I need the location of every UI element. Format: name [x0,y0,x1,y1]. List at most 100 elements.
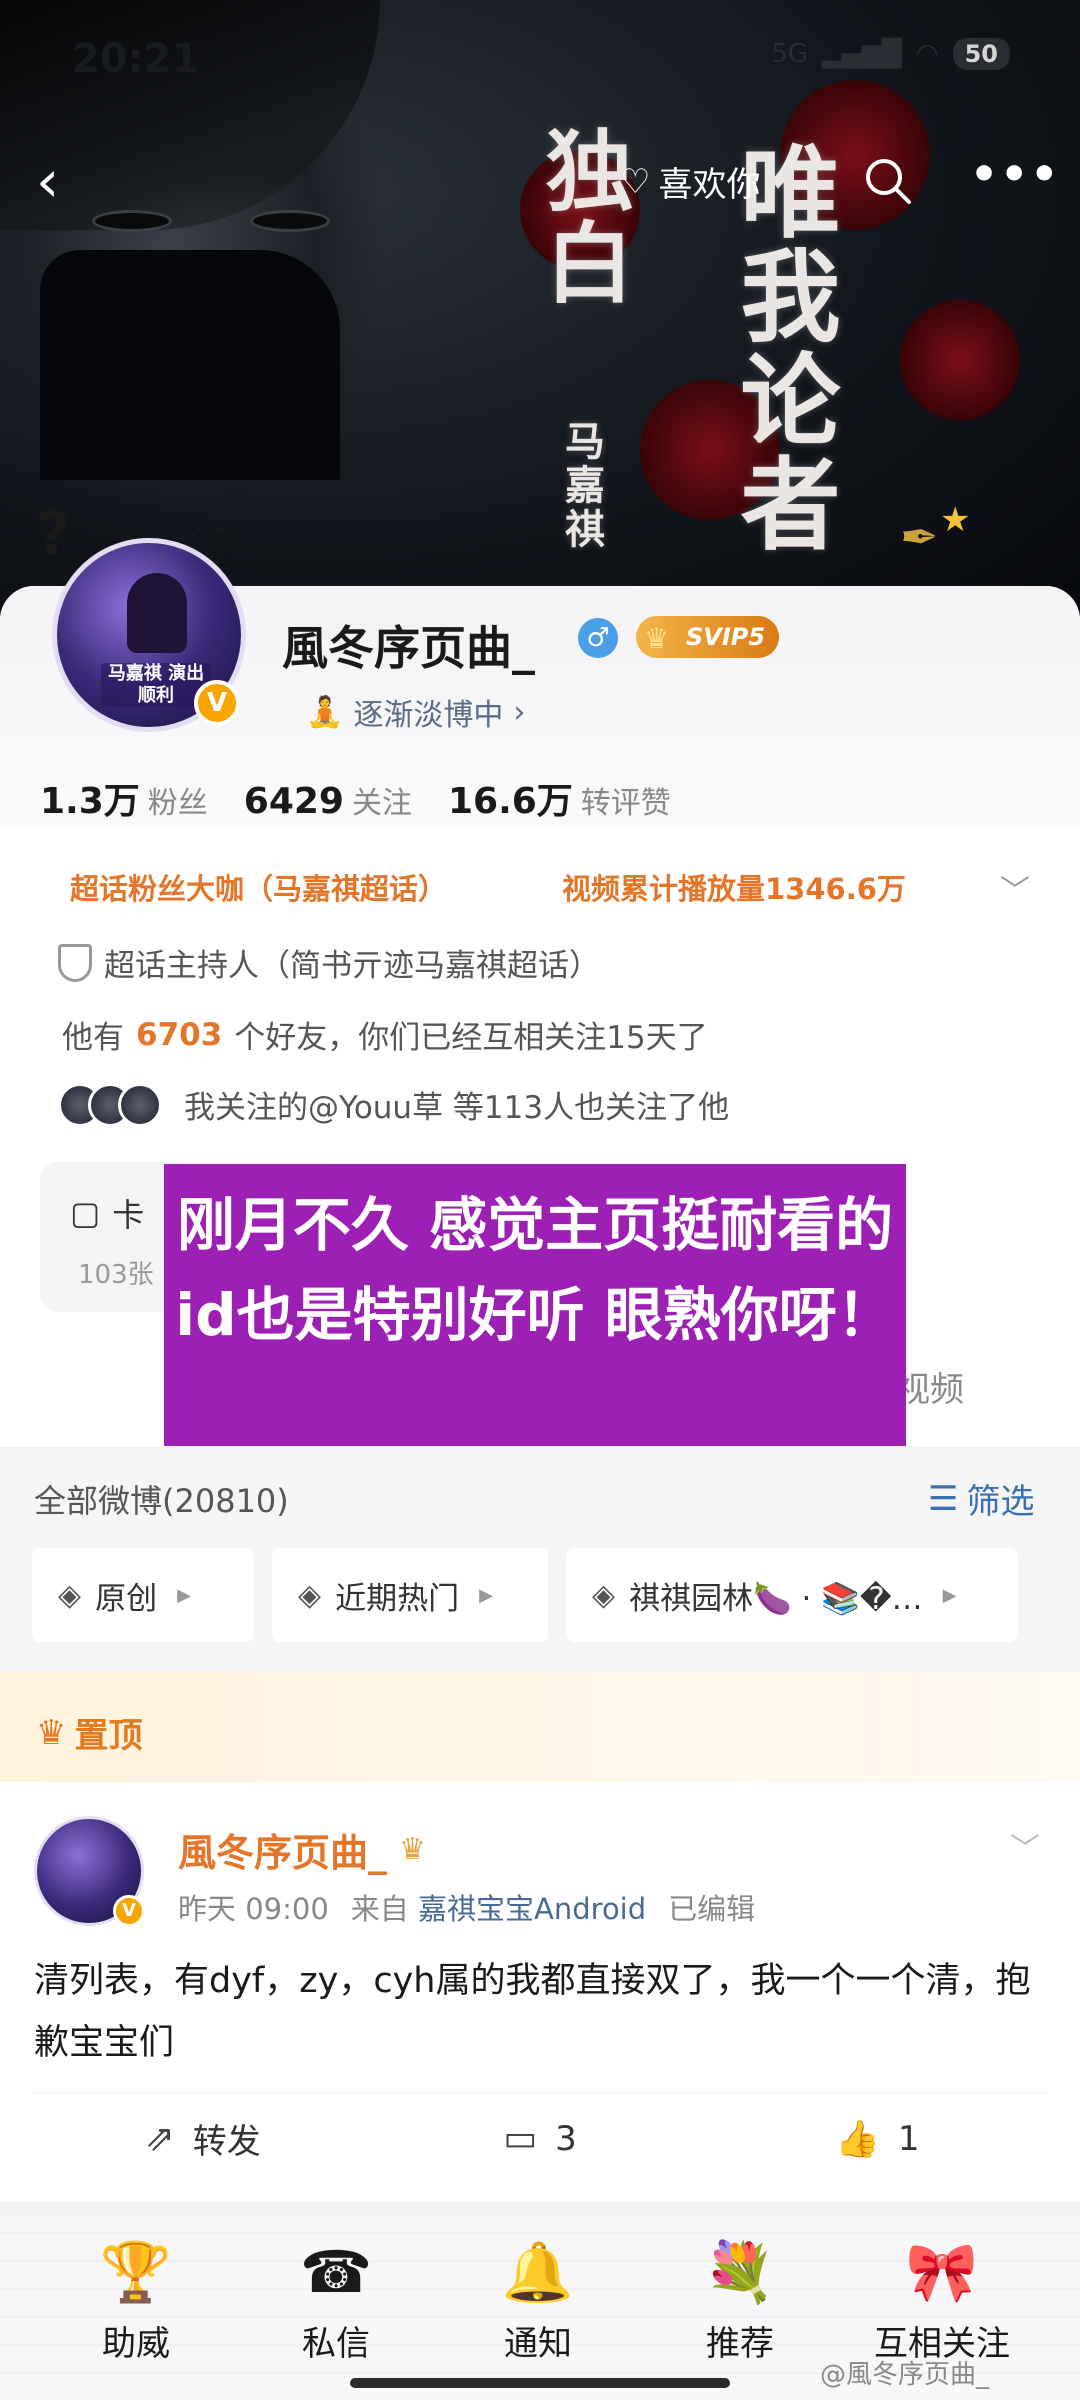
svip-badge[interactable]: ♛ SVIP5 [636,616,780,658]
quill-sticker-icon: ✒ [900,510,939,564]
post-time: 昨天 09:00 [178,1892,329,1926]
video-tab-label[interactable]: 视频 [896,1362,964,1411]
chevron-right-icon: › [513,694,526,730]
post-meta: 昨天 09:00 来自 嘉祺宝宝Android 已编辑 [178,1886,755,1928]
stat-value: 1.3万 [40,781,140,822]
pinned-label: 置顶 [74,1716,143,1756]
back-chevron-icon[interactable]: ‹ [36,151,59,211]
layers-icon: ◈ [592,1577,616,1613]
tab-label: 通知 [504,2324,572,2364]
source-prefix: 来自 [350,1892,409,1926]
chip-label: 原创 [95,1580,158,1617]
stat-following[interactable]: 6429 关注 [244,778,412,822]
tab-notify[interactable]: 🔔 通知 [448,2216,628,2400]
crown-icon: ♛ [399,1832,426,1867]
network-label: 5G [771,39,808,69]
edited-label: 已编辑 [668,1892,756,1926]
bouquet-icon: 💐 [703,2238,777,2306]
profile-username: 風冬序页曲_ [282,621,535,675]
avatar[interactable]: V [34,1816,145,1927]
status-bar: 20:21 5G ▂▄▆█ ◠ 50 [0,30,1080,90]
star-sticker-icon: ★ [940,500,971,540]
post-source[interactable]: 嘉祺宝宝Android [418,1892,646,1926]
caret-right-icon: ▶ [942,1584,957,1606]
post-actions: ⇗ 转发 ▭ 3 👍 1 [34,2092,1046,2184]
like-you-button[interactable]: ♡ 喜欢你 [620,157,760,206]
search-icon[interactable] [862,155,914,207]
friends-line: 他有 6703 个好友，你们已经互相关注15天了 [62,1012,708,1057]
stat-label: 转评赞 [580,786,671,821]
status-time: 20:21 [72,36,200,82]
thumbs-up-icon: 👍 [835,2118,880,2160]
tab-label: 助威 [102,2324,170,2364]
svip-label: SVIP5 [686,623,766,651]
feed-category-chips: ◈ 原创 ▶ ◈ 近期热门 ▶ ◈ 祺祺园林🍆 · 📚�… ▶ [32,1548,1018,1642]
share-icon: ⇗ [144,2118,175,2159]
chip-original[interactable]: ◈ 原创 ▶ [32,1548,254,1642]
friends-count[interactable]: 6703 [136,1017,222,1053]
mutual-avatars [58,1082,162,1127]
meditation-icon: 🧘 [306,694,344,730]
crown-icon: ♛ [644,622,670,655]
tab-label: 推荐 [706,2324,774,2364]
stat-followers[interactable]: 1.3万 粉丝 [40,772,208,824]
cover-artist: 马嘉祺 [558,420,605,552]
status-text: 逐渐淡博中 [353,698,504,733]
repost-button[interactable]: ⇗ 转发 [34,2093,371,2184]
text-overlay: 刚月不久 感觉主页挺耐看的 id也是特别好听 眼熟你呀！ [164,1164,906,1456]
layers-icon: ◈ [298,1577,322,1613]
feed-title: 全部微博(20810) [34,1482,289,1520]
chip-label: 祺祺园林🍆 · 📚�… [629,1580,923,1617]
home-indicator[interactable] [350,2378,730,2388]
mutual-follow-line[interactable]: 我关注的@Youu草 等113人也关注了他 [58,1082,729,1127]
bell-icon: 🔔 [501,2238,575,2306]
like-button[interactable]: 👍 1 [709,2093,1046,2184]
host-text: 超话主持人（简书亓迹马嘉祺超话） [104,948,600,984]
avatar [118,1082,162,1127]
friends-prefix: 他有 [62,1020,124,1056]
host-line[interactable]: 超话主持人（简书亓迹马嘉祺超话） [58,940,600,985]
chevron-down-icon[interactable]: ﹀ [1000,866,1030,910]
telephone-icon: ☎ [299,2238,373,2306]
trophy-icon: 🏆 [99,2238,173,2306]
honor-row[interactable]: 超话粉丝大咖（马嘉祺超话） 视频累计播放量1346.6万 ﹀ [70,862,1050,912]
post-text: 清列表，有dyf，zy，cyh属的我都直接双了，我一个一个清，抱歉宝宝们 [34,1961,1031,2063]
ribbon-icon: 🎀 [905,2238,979,2306]
repost-label: 转发 [192,2122,261,2162]
layers-icon: ◈ [58,1577,82,1613]
filter-button[interactable]: ☰ 筛选 [928,1474,1034,1523]
stat-value: 16.6万 [447,781,573,822]
tab-cheer[interactable]: 🏆 助威 [46,2216,226,2400]
watermark: @風冬序页曲_ [820,2360,990,2390]
chip-recent-hot[interactable]: ◈ 近期热门 ▶ [272,1548,548,1642]
pinned-post[interactable]: V 風冬序页曲_ ♛ 昨天 09:00 来自 嘉祺宝宝Android 已编辑 ﹀… [0,1782,1080,2202]
like-count: 1 [897,2118,920,2159]
comment-icon: ▭ [503,2118,538,2159]
caret-right-icon: ▶ [479,1584,493,1606]
battery-icon: 50 [952,38,1010,70]
wifi-icon: ◠ [915,39,939,69]
verified-badge: V [194,680,240,726]
chevron-down-icon[interactable]: ﹀ [1010,1824,1040,1868]
more-icon[interactable]: ••• [970,149,1060,200]
crown-icon: ♛ [36,1712,67,1753]
comment-button[interactable]: ▭ 3 [371,2093,708,2184]
profile-avatar[interactable]: 马嘉祺 演出顺利 V [44,530,254,740]
like-label: 喜欢你 [658,165,761,205]
tab-message[interactable]: ☎ 私信 [246,2216,426,2400]
post-author[interactable]: 風冬序页曲_ ♛ [178,1822,426,1877]
chip-garden[interactable]: ◈ 祺祺园林🍆 · 📚�… ▶ [566,1548,1018,1642]
user-status[interactable]: 🧘 逐渐淡博中 › [306,690,525,734]
tab-recommend[interactable]: 💐 推荐 [650,2216,830,2400]
rose-decoration [900,300,1020,420]
video-views-honor: 视频累计播放量1346.6万 [562,872,906,906]
stat-interactions[interactable]: 16.6万 转评赞 [448,772,671,824]
filter-icon: ☰ [928,1478,959,1519]
signal-icon: ▂▄▆█ [821,39,902,69]
cover-mask [40,250,340,480]
stat-value: 6429 [243,781,344,822]
shield-icon [58,943,92,982]
chip-label: 近期热门 [335,1580,460,1617]
author-name: 風冬序页曲_ [178,1831,388,1875]
mutual-text: 我关注的@Youu草 等113人也关注了他 [184,1090,730,1126]
